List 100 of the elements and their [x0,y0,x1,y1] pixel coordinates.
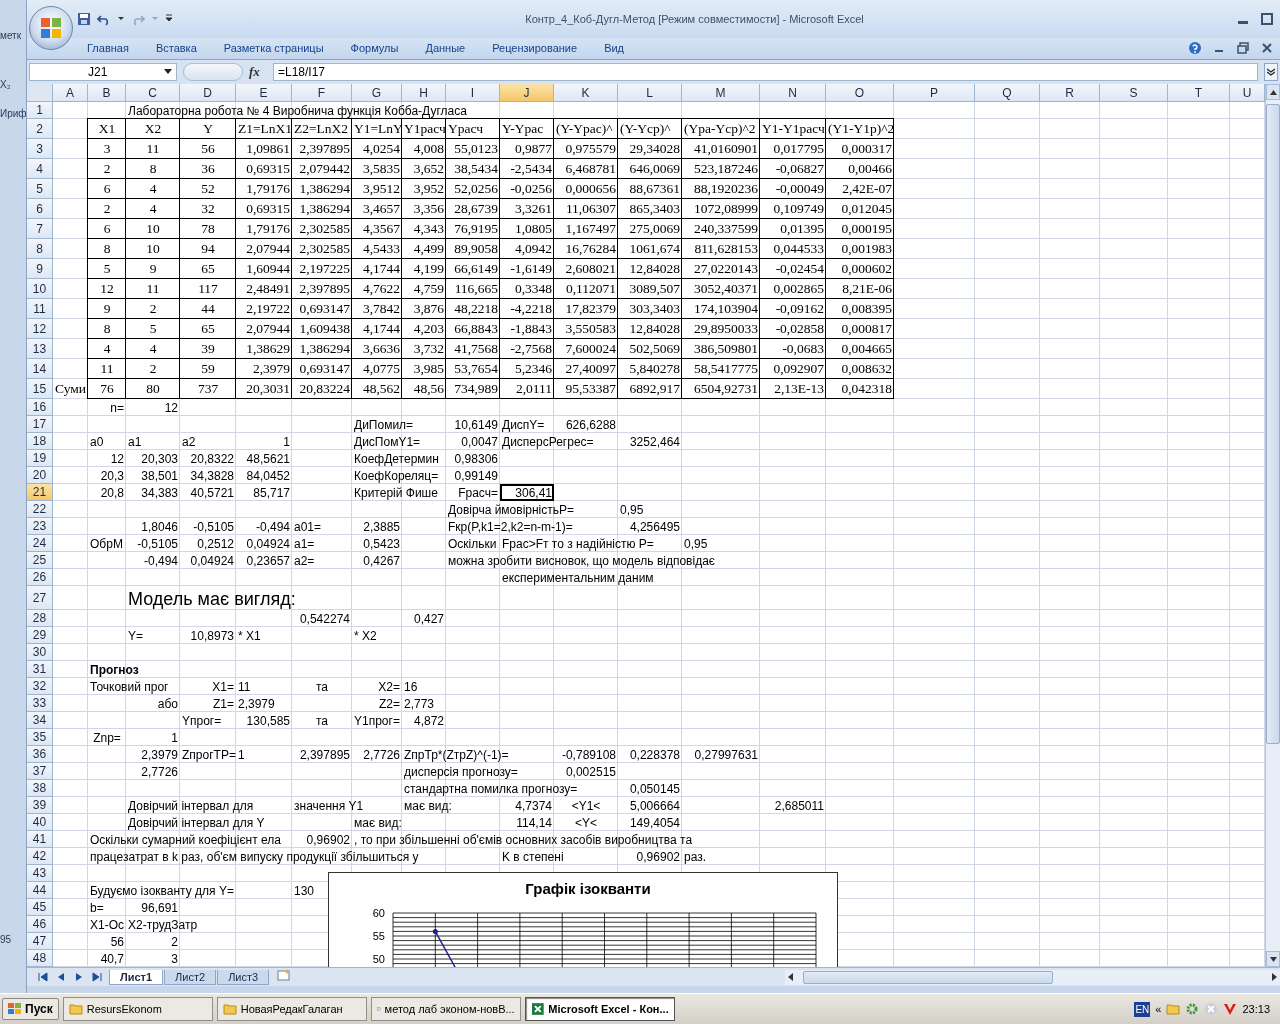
column-header[interactable]: Q [975,84,1040,103]
column-header[interactable]: N [760,84,826,103]
row-header[interactable]: 20 [27,467,53,485]
column-header[interactable]: D [180,84,236,103]
last-sheet-icon[interactable] [91,971,103,984]
ribbon-tab[interactable]: Формулы [350,40,399,57]
column-header[interactable]: T [1168,84,1230,103]
start-button[interactable]: Пуск [2,998,59,1020]
scroll-up-button[interactable] [1266,84,1280,101]
restore-icon[interactable] [1236,41,1250,56]
column-header[interactable]: H [402,84,446,103]
row-header[interactable]: 27 [27,586,53,611]
row-header[interactable]: 22 [27,501,53,519]
row-header[interactable]: 24 [27,535,53,553]
expand-formula-button[interactable] [1264,63,1278,82]
vertical-scrollbar[interactable] [1265,84,1280,968]
row-header[interactable]: 9 [27,259,53,280]
row-header[interactable]: 48 [27,950,53,968]
row-header[interactable]: 18 [27,433,53,451]
row-header[interactable]: 10 [27,279,53,300]
row-header[interactable]: 38 [27,780,53,798]
row-header[interactable]: 8 [27,239,53,260]
spreadsheet-icon[interactable] [530,1002,545,1016]
taskbar-button[interactable]: Microsoft Excel - Кон... [524,997,675,1021]
column-header[interactable]: A [53,84,88,103]
taskbar-button[interactable]: ResursEkonom [62,997,213,1021]
ribbon-tab[interactable]: Данные [425,40,466,57]
maximize-icon[interactable] [1260,11,1274,26]
row-header[interactable]: 39 [27,797,53,815]
v-mark-icon[interactable] [1223,1002,1238,1016]
formula-field[interactable]: =L18/I17 [273,63,1258,82]
column-header[interactable]: M [682,84,760,103]
row-header[interactable]: 3 [27,139,53,160]
help-icon[interactable] [1188,41,1202,56]
gear-icon[interactable] [1185,1002,1200,1016]
row-header[interactable]: 13 [27,339,53,360]
row-header[interactable]: 29 [27,627,53,645]
ribbon-tab[interactable]: Главная [87,40,129,57]
row-header[interactable]: 1 [27,102,53,120]
name-box[interactable]: J21 [29,63,177,82]
row-header[interactable]: 21 [27,484,53,502]
row-header[interactable]: 7 [27,219,53,240]
sheet-tab[interactable]: Лист1 [109,969,164,985]
row-header[interactable]: 25 [27,552,53,570]
row-header[interactable]: 34 [27,712,53,730]
column-header[interactable]: U [1230,84,1265,103]
horizontal-scrollbar[interactable] [785,969,1280,985]
language-indicator[interactable]: EN [1134,1001,1151,1017]
scrollbar-thumb[interactable] [803,970,1053,984]
row-header[interactable]: 4 [27,159,53,180]
taskbar-button[interactable]: НоваяРедакГалаган [216,997,367,1021]
row-header[interactable]: 31 [27,661,53,679]
row-header[interactable]: 17 [27,416,53,434]
active-cell-frame[interactable]: 306,41 [500,484,554,502]
row-header[interactable]: 36 [27,746,53,764]
ribbon-tab[interactable]: Рецензирование [492,40,578,57]
row-header[interactable]: 45 [27,899,53,917]
row-header[interactable]: 35 [27,729,53,747]
taskbar-button[interactable]: метод лаб эконом-новВ... [370,997,521,1021]
row-header[interactable]: 46 [27,916,53,934]
column-header[interactable]: L [618,84,682,103]
ribbon-tab[interactable]: Разметка страницы [223,40,324,57]
row-header[interactable]: 44 [27,882,53,900]
row-header[interactable]: 41 [27,831,53,849]
scrollbar-thumb[interactable] [1266,104,1280,745]
row-header[interactable]: 30 [27,644,53,662]
row-header[interactable]: 23 [27,518,53,536]
ribbon-tab[interactable]: Вид [604,40,625,57]
insert-function-button[interactable]: fx [249,64,267,81]
row-header[interactable]: 42 [27,848,53,866]
column-header[interactable]: G [352,84,402,103]
row-header[interactable]: 37 [27,763,53,781]
row-header[interactable]: 32 [27,678,53,696]
row-header[interactable]: 43 [27,865,53,883]
row-header[interactable]: 26 [27,569,53,587]
row-header[interactable]: 5 [27,179,53,200]
row-header[interactable]: 33 [27,695,53,713]
ribbon-tab[interactable]: Вставка [155,40,197,57]
column-header[interactable]: O [826,84,894,103]
column-header[interactable]: S [1100,84,1168,103]
show-tray-button[interactable]: « [1155,1003,1162,1015]
column-header[interactable]: K [554,84,618,103]
column-header[interactable]: E [236,84,292,103]
row-header[interactable]: 14 [27,359,53,380]
row-header[interactable]: 16 [27,399,53,417]
sheet-tab[interactable]: Лист2 [164,969,217,985]
row-header[interactable]: 12 [27,319,53,340]
column-header[interactable]: F [292,84,352,103]
row-header[interactable]: 19 [27,450,53,468]
scroll-down-button[interactable] [1266,951,1280,968]
sheet-tab[interactable]: Лист3 [217,969,270,985]
column-header[interactable]: R [1040,84,1100,103]
column-header[interactable]: B [88,84,126,103]
first-sheet-icon[interactable] [37,971,49,984]
column-header[interactable]: I [446,84,500,103]
column-header[interactable]: P [894,84,975,103]
save-icon[interactable] [77,11,91,26]
row-header[interactable]: 15 [27,379,53,400]
row-header[interactable]: 2 [27,119,53,140]
row-header[interactable]: 47 [27,933,53,951]
